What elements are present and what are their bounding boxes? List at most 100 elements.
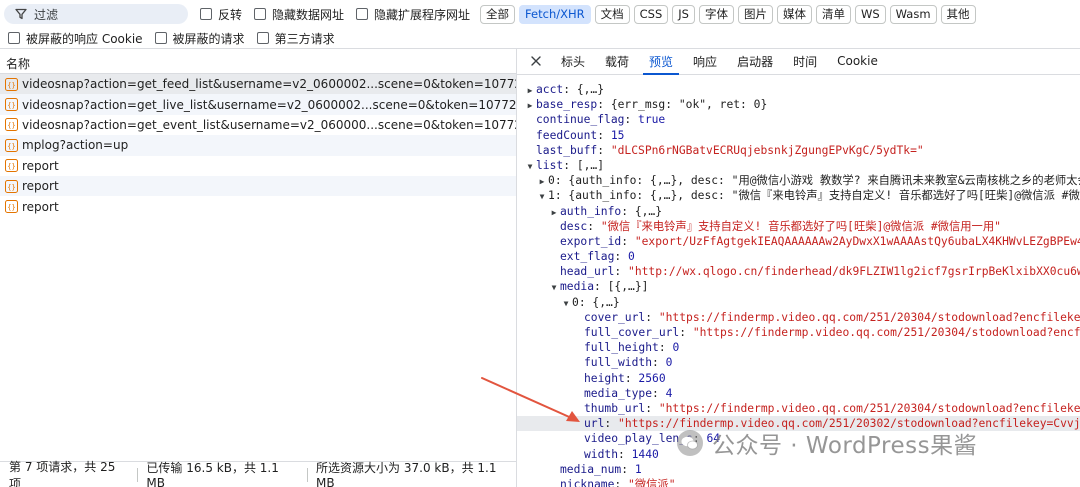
expanded-triangle-icon[interactable]: ▼ <box>525 159 535 174</box>
json-line: full_height: 0 <box>584 341 680 355</box>
json-value: 64 <box>706 432 721 446</box>
json-key: ext_flag <box>560 250 615 264</box>
transferred-size: 已传输 16.5 kB，共 1.1 MB <box>146 461 279 487</box>
type-filter-chip[interactable]: 媒体 <box>776 4 812 24</box>
request-row[interactable]: {} report <box>0 156 516 176</box>
checkbox-box[interactable] <box>356 8 369 20</box>
json-key: acct <box>536 83 564 96</box>
json-key: url <box>584 417 605 431</box>
svg-text:{}: {} <box>7 142 15 150</box>
name-column-header[interactable]: 名称 <box>0 53 516 74</box>
expanded-triangle-icon[interactable]: ▼ <box>537 189 547 204</box>
hide-extension-urls-checkbox[interactable]: 隐藏扩展程序网址 <box>356 6 470 23</box>
json-value: 1440 <box>631 447 659 461</box>
json-value: 2560 <box>638 371 666 385</box>
detail-tab[interactable]: Cookie <box>827 49 888 74</box>
request-row[interactable]: {} videosnap?action=get_feed_list&usernam… <box>0 74 516 95</box>
type-filter-chip[interactable]: Fetch/XHR <box>519 4 591 24</box>
xhr-icon: {} <box>5 77 18 91</box>
type-filter-chip[interactable]: 图片 <box>737 4 773 24</box>
filter-input[interactable]: 过滤 <box>4 4 188 24</box>
detail-tab[interactable]: 启动器 <box>727 49 783 74</box>
json-key: desc <box>560 219 588 233</box>
request-name: videosnap?action=get_feed_list&username=… <box>22 77 516 92</box>
json-key: list <box>536 158 564 172</box>
request-row[interactable]: {} report <box>0 196 516 216</box>
json-line[interactable]: ▶ base_resp: {err_msg: "ok", ret: 0} <box>517 97 1080 112</box>
collapsed-triangle-icon[interactable]: ▶ <box>525 83 535 98</box>
json-line[interactable]: ▶ auth_info: {,…} <box>517 204 1080 219</box>
checkbox-box[interactable] <box>154 32 167 44</box>
request-row[interactable]: {} mplog?action=up <box>0 135 516 156</box>
collapsed-triangle-icon[interactable]: ▶ <box>549 205 559 220</box>
json-value: {err_msg: "ok", ret: 0} <box>610 98 768 112</box>
name-column-label: 名称 <box>6 56 31 71</box>
type-filter-chip[interactable]: 字体 <box>698 4 734 24</box>
json-value: "dLCSPn6rNGBatvECRUqjebsnkjZgungEPvKgC/5… <box>610 143 924 157</box>
collapsed-triangle-icon[interactable]: ▶ <box>525 98 535 113</box>
json-value: {,…} <box>592 295 620 309</box>
request-row[interactable]: {} videosnap?action=get_event_list&userna… <box>0 115 516 135</box>
type-filter-chip[interactable]: 文档 <box>594 4 630 24</box>
request-name: mplog?action=up <box>22 138 129 153</box>
hide-data-urls-label: 隐藏数据网址 <box>272 7 345 22</box>
detail-tab[interactable]: 标头 <box>551 49 595 74</box>
json-line: ext_flag: 0 <box>560 250 635 264</box>
json-key: base_resp <box>536 98 598 112</box>
json-value: "https://findermp.video.qq.com/251/20304… <box>658 310 1080 324</box>
blocked-cookies-checkbox[interactable]: 被屏蔽的响应 Cookie <box>8 30 143 47</box>
type-filter-chip[interactable]: 全部 <box>480 4 516 24</box>
type-filter-chip[interactable]: 清单 <box>815 4 851 24</box>
type-filter-chip[interactable]: Wasm <box>889 4 937 24</box>
detail-tab[interactable]: 响应 <box>683 49 727 74</box>
expanded-triangle-icon[interactable]: ▼ <box>561 296 571 311</box>
request-row[interactable]: {} videosnap?action=get_live_list&usernam… <box>0 94 516 115</box>
detail-tab[interactable]: 时间 <box>783 49 827 74</box>
request-list: {} videosnap?action=get_feed_list&usernam… <box>0 74 516 217</box>
json-line[interactable]: ▼ 0: {,…} <box>517 295 1080 310</box>
svg-text:{}: {} <box>7 81 15 89</box>
close-icon[interactable] <box>529 54 543 68</box>
checkbox-box[interactable] <box>8 32 20 44</box>
json-value: {,…} <box>634 204 663 218</box>
json-value: "微信派" <box>628 477 676 487</box>
json-line: desc: "微信『来电铃声』支持自定义! 音乐都选好了吗[旺柴]@微信派 #微… <box>560 219 1001 233</box>
json-key: full_cover_url <box>584 326 680 339</box>
detail-tab[interactable]: 预览 <box>639 49 683 75</box>
json-value: {auth_info: {,…}, desc: "微信『来电铃声』支持自定义! … <box>568 189 1080 203</box>
json-line[interactable]: ▼ 1: {auth_info: {,…}, desc: "微信『来电铃声』支持自… <box>517 188 1080 203</box>
json-value: {auth_info: {,…}, desc: "用@微信小游戏 教数学? 来自… <box>568 174 1080 188</box>
json-value: 1 <box>634 462 642 476</box>
json-key: media_num <box>560 462 622 476</box>
checkbox-box[interactable] <box>256 32 269 44</box>
json-value: "https://findermp.video.qq.com/251/20304… <box>692 326 1080 339</box>
expanded-triangle-icon[interactable]: ▼ <box>549 280 559 295</box>
type-filter-chip[interactable]: 其他 <box>940 4 976 24</box>
type-filter-chip[interactable]: JS <box>672 4 695 24</box>
json-line[interactable]: ▼ list: [,…] <box>517 158 1080 173</box>
json-key: feedCount <box>536 128 598 142</box>
request-row[interactable]: {} report <box>0 175 516 197</box>
invert-checkbox[interactable]: 反转 <box>200 6 242 23</box>
json-key: cover_url <box>584 310 646 324</box>
checkbox-box[interactable] <box>200 8 212 20</box>
checkbox-box[interactable] <box>254 8 267 20</box>
detail-tab[interactable]: 载荷 <box>595 49 639 74</box>
json-value: true <box>638 113 666 127</box>
blocked-requests-label: 被屏蔽的请求 <box>172 31 245 46</box>
hide-data-urls-checkbox[interactable]: 隐藏数据网址 <box>254 6 344 23</box>
json-value: 0 <box>672 341 680 355</box>
json-line[interactable]: ▶ acct: {,…} <box>517 82 1080 97</box>
request-name: report <box>22 158 59 173</box>
type-filter-chip[interactable]: WS <box>854 4 886 24</box>
svg-text:{}: {} <box>7 183 15 191</box>
third-party-checkbox[interactable]: 第三方请求 <box>256 30 335 47</box>
json-line[interactable]: ▶ 0: {auth_info: {,…}, desc: "用@微信小游戏 教数学… <box>517 173 1080 188</box>
type-filter-chip[interactable]: CSS <box>633 4 669 24</box>
filter-toolbar-secondary: 被屏蔽的响应 Cookie 被屏蔽的请求 第三方请求 <box>0 28 1080 48</box>
svg-text:{}: {} <box>7 101 15 109</box>
blocked-requests-checkbox[interactable]: 被屏蔽的请求 <box>154 30 245 47</box>
collapsed-triangle-icon[interactable]: ▶ <box>537 174 547 189</box>
filter-icon <box>15 8 27 20</box>
json-line[interactable]: ▼ media: [{,…}] <box>517 279 1080 294</box>
